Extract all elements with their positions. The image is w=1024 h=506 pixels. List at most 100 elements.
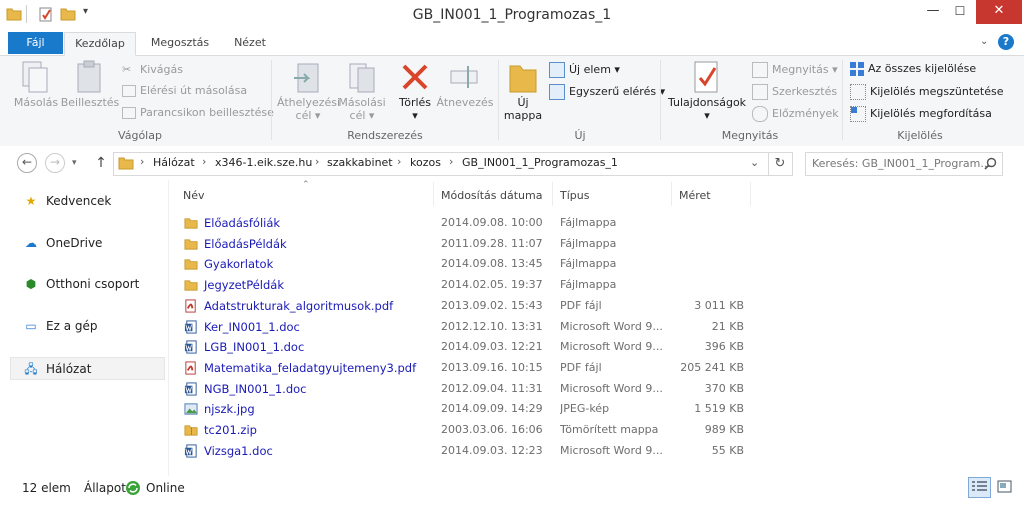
recent-locations-dropdown-icon[interactable]: ▾ <box>72 158 77 168</box>
copy-button[interactable]: Másolás <box>12 96 60 109</box>
select-none-button[interactable]: Kijelölés megszüntetése <box>850 84 1004 100</box>
breadcrumb-separator[interactable]: › <box>449 155 453 168</box>
easy-access-button[interactable]: Egyszerű elérés ▾ <box>549 84 665 100</box>
cut-button[interactable]: ✂ Kivágás <box>122 63 183 77</box>
file-date: 2014.02.05. 19:37 <box>441 278 543 292</box>
column-header-date[interactable]: Módosítás dátuma <box>441 189 542 202</box>
column-header-name[interactable]: Név <box>183 189 205 202</box>
copy-path-icon <box>122 85 136 97</box>
select-none-icon <box>850 84 866 100</box>
breadcrumb-current[interactable]: GB_IN001_1_Programozas_1 <box>462 156 618 169</box>
column-divider[interactable] <box>552 182 553 206</box>
breadcrumb-host[interactable]: x346-1.eik.sze.hu <box>215 156 312 169</box>
file-row[interactable]: Gyakorlatok 2014.09.08. 13:45 Fájlmappa <box>180 254 750 275</box>
back-button[interactable]: ← <box>17 153 37 173</box>
breadcrumb-network[interactable]: Hálózat <box>153 156 195 169</box>
paste-shortcut-icon <box>122 107 136 119</box>
address-bar[interactable]: › Hálózat › x346-1.eik.sze.hu › szakkabi… <box>113 152 769 176</box>
file-name[interactable]: Gyakorlatok <box>204 257 273 271</box>
homegroup-icon: ⬢ <box>25 277 37 291</box>
close-button[interactable]: ✕ <box>976 0 1022 24</box>
delete-label: Törlés <box>398 96 432 109</box>
file-row[interactable]: LGB_IN001_1.doc 2014.09.03. 12:21 Microsof… <box>180 337 750 358</box>
group-label-select: Kijelölés <box>897 129 943 142</box>
file-row[interactable]: Vizsga1.doc 2014.09.03. 12:23 Microsoft Wo… <box>180 441 750 462</box>
pane-divider[interactable] <box>168 180 169 476</box>
nav-item-onedrive[interactable]: ☁ OneDrive <box>22 236 102 250</box>
breadcrumb-kozos[interactable]: kozos <box>410 156 441 169</box>
open-button[interactable]: Megnyitás ▾ <box>752 62 838 78</box>
paste-button[interactable]: Beillesztés <box>60 96 120 109</box>
file-row[interactable]: Előadásfóliák 2014.09.08. 10:00 Fájlmappa <box>180 213 750 234</box>
file-name[interactable]: tc201.zip <box>204 423 257 437</box>
nav-label: OneDrive <box>46 236 103 250</box>
new-item-button[interactable]: Új elem ▾ <box>549 62 620 78</box>
search-icon[interactable] <box>984 157 997 170</box>
word-icon <box>184 444 197 458</box>
computer-icon: ▭ <box>25 319 37 333</box>
column-header-size[interactable]: Méret <box>679 189 711 202</box>
file-date: 2014.09.08. 13:45 <box>441 257 543 271</box>
column-header-type[interactable]: Típus <box>560 189 589 202</box>
refresh-button[interactable]: ↻ <box>768 152 793 176</box>
file-name[interactable]: Adatstrukturak_algoritmusok.pdf <box>204 299 393 313</box>
copy-path-button[interactable]: Elérési út másolása <box>122 84 247 97</box>
search-input[interactable]: Keresés: GB_IN001_1_Program... <box>812 157 991 170</box>
file-name[interactable]: LGB_IN001_1.doc <box>204 340 304 354</box>
file-row[interactable]: NGB_IN001_1.doc 2012.09.04. 11:31 Microsof… <box>180 379 750 400</box>
history-button[interactable]: Előzmények <box>752 106 839 122</box>
breadcrumb-separator[interactable]: › <box>202 155 206 168</box>
breadcrumb-separator[interactable]: › <box>315 155 319 168</box>
select-all-button[interactable]: Az összes kijelölése <box>850 62 976 76</box>
file-row[interactable]: JegyzetPéldák 2014.02.05. 19:37 Fájlmappa <box>180 275 750 296</box>
invert-selection-button[interactable]: Kijelölés megfordítása <box>850 106 992 122</box>
nav-item-network[interactable]: 🖧 Hálózat <box>22 360 91 381</box>
file-row[interactable]: Ker_IN001_1.doc 2012.12.10. 13:31 Microsof… <box>180 317 750 338</box>
details-view-button[interactable] <box>968 477 991 498</box>
forward-button[interactable]: → <box>45 153 65 173</box>
file-name[interactable]: njszk.jpg <box>204 402 255 416</box>
new-folder-button[interactable]: Új mappa <box>500 96 546 122</box>
nav-label: Hálózat <box>46 362 92 376</box>
tab-share[interactable]: Megosztás <box>140 32 220 54</box>
search-box[interactable]: Keresés: GB_IN001_1_Program... <box>805 152 1003 176</box>
delete-button[interactable]: Törlés ▾ <box>394 96 436 122</box>
large-icons-view-button[interactable] <box>994 477 1015 496</box>
file-row[interactable]: njszk.jpg 2014.09.09. 14:29 JPEG-kép 1 519 … <box>180 399 750 420</box>
file-name[interactable]: JegyzetPéldák <box>204 278 284 292</box>
file-size: 3 011 KB <box>694 298 744 312</box>
file-row[interactable]: ElőadásPéldák 2011.09.28. 11:07 Fájlmappa <box>180 234 750 255</box>
ribbon-tabs: Fájl Kezdőlap Megosztás Nézet ⌄ ? <box>0 32 1024 56</box>
file-row[interactable]: Adatstrukturak_algoritmusok.pdf 2013.09.0… <box>180 296 750 317</box>
nav-item-favorites[interactable]: ★ Kedvencek <box>22 194 112 208</box>
column-divider[interactable] <box>750 182 751 206</box>
nav-item-homegroup[interactable]: ⬢ Otthoni csoport <box>22 277 140 291</box>
column-divider[interactable] <box>671 182 672 206</box>
file-name[interactable]: Előadásfóliák <box>204 216 280 230</box>
edit-button[interactable]: Szerkesztés <box>752 84 837 100</box>
file-row[interactable]: Matematika_feladatgyujtemeny3.pdf 2013.09… <box>180 358 750 379</box>
tab-home[interactable]: Kezdőlap <box>64 32 136 56</box>
column-divider[interactable] <box>433 182 434 206</box>
address-dropdown-icon[interactable]: ⌄ <box>750 156 759 169</box>
ribbon-expand-icon[interactable]: ⌄ <box>980 36 988 47</box>
rename-button[interactable]: Átnevezés <box>436 96 494 109</box>
tab-file[interactable]: Fájl <box>8 32 63 54</box>
breadcrumb-szakkabinet[interactable]: szakkabinet <box>327 156 393 169</box>
properties-button[interactable]: Tulajdonságok ▾ <box>664 96 750 122</box>
file-name[interactable]: Matematika_feladatgyujtemeny3.pdf <box>204 361 416 375</box>
file-name[interactable]: Ker_IN001_1.doc <box>204 320 300 334</box>
move-to-button[interactable]: Áthelyezési cél ▾ <box>277 96 340 122</box>
tab-view[interactable]: Nézet <box>224 32 276 54</box>
breadcrumb-separator[interactable]: › <box>397 155 401 168</box>
file-row[interactable]: tc201.zip 2003.03.06. 16:06 Tömörített map… <box>180 420 750 441</box>
file-name[interactable]: NGB_IN001_1.doc <box>204 382 306 396</box>
breadcrumb-separator[interactable]: › <box>140 155 144 168</box>
file-name[interactable]: Vizsga1.doc <box>204 444 273 458</box>
file-name[interactable]: ElőadásPéldák <box>204 237 287 251</box>
paste-shortcut-button[interactable]: Parancsikon beillesztése <box>122 106 274 119</box>
nav-item-this-pc[interactable]: ▭ Ez a gép <box>22 319 97 333</box>
copy-to-button[interactable]: Másolási cél ▾ <box>335 96 389 122</box>
up-button[interactable]: ↑ <box>90 153 112 175</box>
help-button[interactable]: ? <box>998 34 1014 50</box>
